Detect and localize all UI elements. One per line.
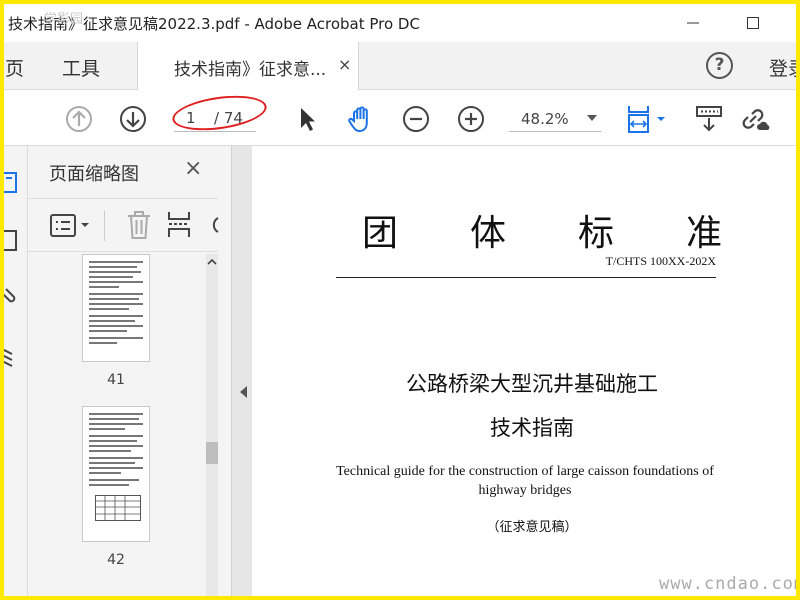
- thumbnail-page-42[interactable]: [82, 406, 150, 542]
- thumbnail-scrollbar[interactable]: [206, 254, 218, 596]
- delete-page-icon[interactable]: [124, 209, 154, 241]
- scrollbar-thumb[interactable]: [206, 442, 218, 464]
- bookmarks-icon[interactable]: [4, 226, 22, 256]
- menu-bar: 主页 工具 技术指南》征求意... × ? 登录: [4, 42, 796, 90]
- document-heading: 团 体 标 准: [362, 204, 722, 256]
- scroll-mode-icon[interactable]: [694, 104, 724, 134]
- help-icon[interactable]: ?: [706, 52, 733, 79]
- panel-close-icon[interactable]: ×: [184, 156, 202, 181]
- fit-page-icon[interactable]: [626, 104, 670, 134]
- divider: [104, 211, 105, 241]
- attachments-icon[interactable]: [4, 281, 22, 311]
- site-watermark: www.cndao.com: [659, 574, 796, 594]
- zoom-level-dropdown[interactable]: 48.2%: [509, 104, 601, 132]
- toolbar: 1 / 74 48.2%: [4, 90, 796, 146]
- link-icon[interactable]: [738, 104, 772, 134]
- thumbnails-panel: 页面缩略图 × 41 42: [28, 146, 232, 596]
- previous-page-icon[interactable]: [64, 104, 94, 134]
- thumbnail-list: 41 42: [28, 254, 206, 596]
- maximize-icon: [747, 17, 759, 29]
- document-tab[interactable]: 技术指南》征求意... ×: [137, 42, 359, 90]
- thumbnail-page-41[interactable]: [82, 254, 150, 362]
- zoom-out-icon[interactable]: [401, 104, 431, 134]
- thumbnail-label: 42: [107, 552, 125, 568]
- document-title-line1: 公路桥梁大型沉井基础施工: [406, 372, 658, 396]
- minimize-icon: [687, 22, 699, 24]
- zoom-level-value: 48.2%: [521, 110, 569, 128]
- document-view: 团 体 标 准 T/CHTS 100XX-202X 公路桥梁大型沉井基础施工 技…: [232, 146, 796, 596]
- heading-char: 标: [577, 213, 614, 254]
- zoom-in-icon[interactable]: [456, 104, 486, 134]
- page-thumbnails-icon[interactable]: [4, 168, 22, 198]
- site-watermark-topleft: 学影园: [44, 12, 84, 27]
- rotate-page-icon[interactable]: [208, 209, 220, 241]
- heading-char: 准: [685, 213, 722, 254]
- hand-tool-icon[interactable]: [346, 104, 376, 134]
- panel-toolbar: [28, 198, 220, 252]
- layers-icon[interactable]: [4, 341, 22, 371]
- standard-code: T/CHTS 100XX-202X: [605, 254, 716, 268]
- navigation-pane-strip: [4, 146, 28, 596]
- menu-tools[interactable]: 工具: [62, 54, 100, 81]
- select-tool-icon[interactable]: [292, 104, 322, 134]
- sign-in-link[interactable]: 登录: [769, 54, 796, 81]
- heading-char: 体: [469, 213, 506, 254]
- maximize-button[interactable]: [730, 4, 776, 42]
- heading-rule: [336, 277, 716, 278]
- tab-close-icon[interactable]: ×: [338, 55, 351, 74]
- heading-char: 团: [362, 213, 399, 254]
- panel-title: 页面缩略图: [49, 164, 139, 185]
- document-title-line2: 技术指南: [490, 416, 574, 440]
- collapse-panel-icon[interactable]: [240, 386, 247, 398]
- next-page-icon[interactable]: [118, 104, 148, 134]
- options-menu-icon[interactable]: [48, 211, 94, 241]
- thumbnail-label: 41: [107, 372, 125, 388]
- document-tab-label: 技术指南》征求意...: [174, 60, 327, 80]
- acrobat-window: 技术指南》征求意见稿2022.3.pdf - Adobe Acrobat Pro…: [4, 4, 796, 596]
- chevron-down-icon: [587, 115, 597, 121]
- insert-page-icon[interactable]: [165, 209, 195, 241]
- draft-label: （征求意见稿）: [486, 520, 578, 535]
- pdf-page: 团 体 标 准 T/CHTS 100XX-202X 公路桥梁大型沉井基础施工 技…: [252, 146, 796, 596]
- title-bar: 技术指南》征求意见稿2022.3.pdf - Adobe Acrobat Pro…: [4, 4, 796, 42]
- menu-home[interactable]: 主页: [4, 54, 24, 81]
- chevron-up-icon[interactable]: [206, 256, 218, 268]
- minimize-button[interactable]: [670, 4, 716, 42]
- thumbnail-table-graphic: [95, 495, 141, 521]
- english-title: Technical guide for the construction of …: [336, 464, 714, 498]
